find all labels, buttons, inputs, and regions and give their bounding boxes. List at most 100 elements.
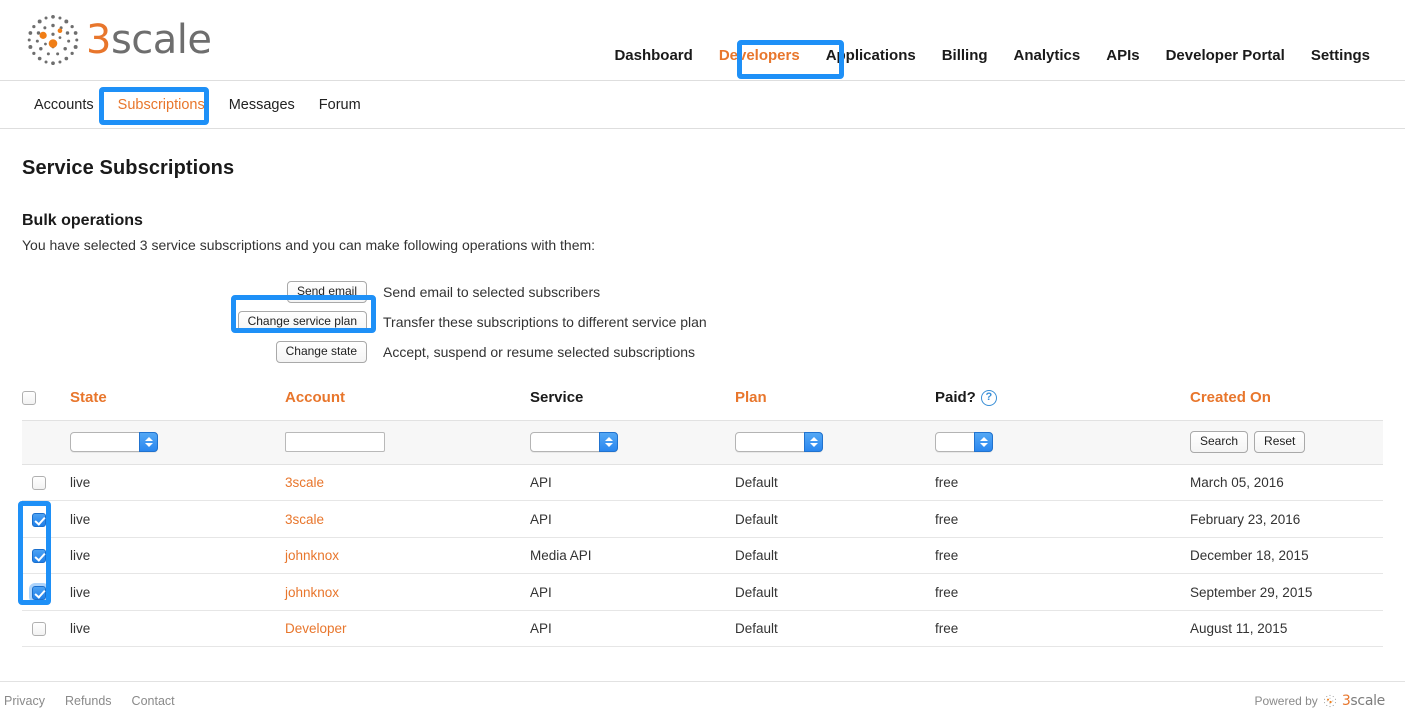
footer-link-privacy[interactable]: Privacy <box>4 694 45 708</box>
bulk-operation-row: Send email Send email to selected subscr… <box>22 277 1383 307</box>
change-service-plan-button[interactable]: Change service plan <box>237 311 367 333</box>
subscriptions-table: State Account Service Plan Paid?? Create… <box>22 389 1383 648</box>
row-select-cell <box>22 537 70 575</box>
row-select-cell <box>22 610 70 648</box>
page-footer: Privacy Refunds Contact Powered by 3scal… <box>0 681 1405 719</box>
subnav-item-messages[interactable]: Messages <box>217 97 307 113</box>
filter-cell-account <box>285 420 530 465</box>
service-filter-select[interactable] <box>530 432 618 452</box>
masthead: 3scale Dashboard Developers Applications… <box>0 0 1405 81</box>
select-all-checkbox[interactable] <box>22 391 36 406</box>
select-all-header <box>22 389 70 421</box>
row-checkbox[interactable] <box>32 585 46 600</box>
subnav-item-accounts[interactable]: Accounts <box>22 97 106 113</box>
cell-account: johnknox <box>285 573 530 611</box>
chevron-updown-icon <box>599 432 618 452</box>
row-checkbox[interactable] <box>32 622 46 637</box>
chevron-updown-icon <box>804 432 823 452</box>
column-header-state[interactable]: State <box>70 389 285 421</box>
paid-filter-select[interactable] <box>935 432 993 452</box>
account-filter-input[interactable] <box>285 432 385 452</box>
brand-wordmark-prefix: 3 <box>86 17 111 63</box>
brand-wordmark-suffix: scale <box>110 17 212 63</box>
cell-plan: Default <box>735 464 935 502</box>
filter-cell-plan <box>735 420 935 465</box>
brand-logo[interactable]: 3scale <box>24 11 212 69</box>
row-select-cell <box>22 500 70 538</box>
footer-link-contact[interactable]: Contact <box>132 694 175 708</box>
search-button[interactable]: Search <box>1190 431 1249 453</box>
table-body: Search Reset live 3scale API Default fre… <box>22 420 1383 648</box>
nav-item-analytics[interactable]: Analytics <box>1001 46 1094 66</box>
nav-item-settings[interactable]: Settings <box>1298 46 1383 66</box>
footer-link-refunds[interactable]: Refunds <box>65 694 112 708</box>
table-row: live 3scale API Default free March 05, 2… <box>22 464 1383 502</box>
column-header-account[interactable]: Account <box>285 389 530 421</box>
subnav-item-subscriptions[interactable]: Subscriptions <box>106 97 217 113</box>
column-header-service: Service <box>530 389 584 406</box>
table-row: live 3scale API Default free February 23… <box>22 500 1383 538</box>
nav-item-billing[interactable]: Billing <box>929 46 1001 66</box>
bulk-button-cell: Send email <box>22 281 375 303</box>
table-header-row: State Account Service Plan Paid?? Create… <box>22 389 1383 421</box>
app-root: 3scale Dashboard Developers Applications… <box>0 0 1405 719</box>
state-filter-select[interactable] <box>70 432 158 452</box>
bulk-operations-description: You have selected 3 service subscription… <box>22 237 596 253</box>
table-row: live johnknox Media API Default free Dec… <box>22 537 1383 575</box>
filter-cell-empty <box>22 420 70 465</box>
column-header-paid: Paid?? <box>935 389 1190 421</box>
filter-cell-service <box>530 420 735 465</box>
subnav-item-forum[interactable]: Forum <box>307 97 373 113</box>
question-mark-help-icon[interactable]: ? <box>980 390 997 406</box>
cell-account: johnknox <box>285 537 530 575</box>
cell-service: Media API <box>530 537 735 575</box>
cell-account: 3scale <box>285 464 530 502</box>
column-header-created-on[interactable]: Created On <box>1190 389 1383 421</box>
row-checkbox[interactable] <box>32 549 46 564</box>
bulk-button-cell: Change state <box>22 341 375 363</box>
cell-created-on: March 05, 2016 <box>1190 464 1383 502</box>
powered-by-label: Powered by <box>1254 693 1318 708</box>
cell-state: live <box>70 464 285 502</box>
cell-created-on: February 23, 2016 <box>1190 500 1383 538</box>
brand-wordmark: 3scale <box>86 17 212 63</box>
nav-item-developers[interactable]: Developers <box>706 46 813 66</box>
account-link[interactable]: johnknox <box>285 585 339 600</box>
primary-navigation: Dashboard Developers Applications Billin… <box>601 46 1383 66</box>
cell-state: live <box>70 500 285 538</box>
main-content: Service Subscriptions Bulk operations Yo… <box>0 157 1405 648</box>
cell-plan: Default <box>735 537 935 575</box>
row-checkbox[interactable] <box>32 476 46 491</box>
plan-filter-select[interactable] <box>735 432 823 452</box>
3scale-dots-logo-icon <box>1323 694 1336 707</box>
footer-links: Privacy Refunds Contact <box>0 694 175 708</box>
cell-account: Developer <box>285 610 530 648</box>
cell-service: API <box>530 573 735 611</box>
page-title: Service Subscriptions <box>22 157 235 179</box>
cell-state: live <box>70 573 285 611</box>
account-link[interactable]: 3scale <box>285 512 324 527</box>
bulk-operations-title: Bulk operations <box>22 212 143 229</box>
column-header-plan[interactable]: Plan <box>735 389 935 421</box>
cell-paid: free <box>935 500 1190 538</box>
cell-created-on: September 29, 2015 <box>1190 573 1383 611</box>
table-filter-row: Search Reset <box>22 420 1383 465</box>
change-state-button[interactable]: Change state <box>275 341 367 363</box>
account-link[interactable]: johnknox <box>285 548 339 563</box>
cell-paid: free <box>935 573 1190 611</box>
account-link[interactable]: Developer <box>285 621 347 636</box>
nav-item-developer-portal[interactable]: Developer Portal <box>1153 46 1298 66</box>
filter-cell-state <box>70 420 285 465</box>
nav-item-dashboard[interactable]: Dashboard <box>601 46 705 66</box>
account-link[interactable]: 3scale <box>285 475 324 490</box>
cell-paid: free <box>935 610 1190 648</box>
send-email-button[interactable]: Send email <box>286 281 367 303</box>
reset-button[interactable]: Reset <box>1254 431 1306 453</box>
cell-state: live <box>70 610 285 648</box>
table-row: live johnknox API Default free September… <box>22 573 1383 611</box>
row-checkbox[interactable] <box>32 512 46 527</box>
cell-paid: free <box>935 537 1190 575</box>
column-header-paid-label: Paid? <box>935 389 976 406</box>
nav-item-applications[interactable]: Applications <box>813 46 929 66</box>
nav-item-apis[interactable]: APIs <box>1093 46 1152 66</box>
